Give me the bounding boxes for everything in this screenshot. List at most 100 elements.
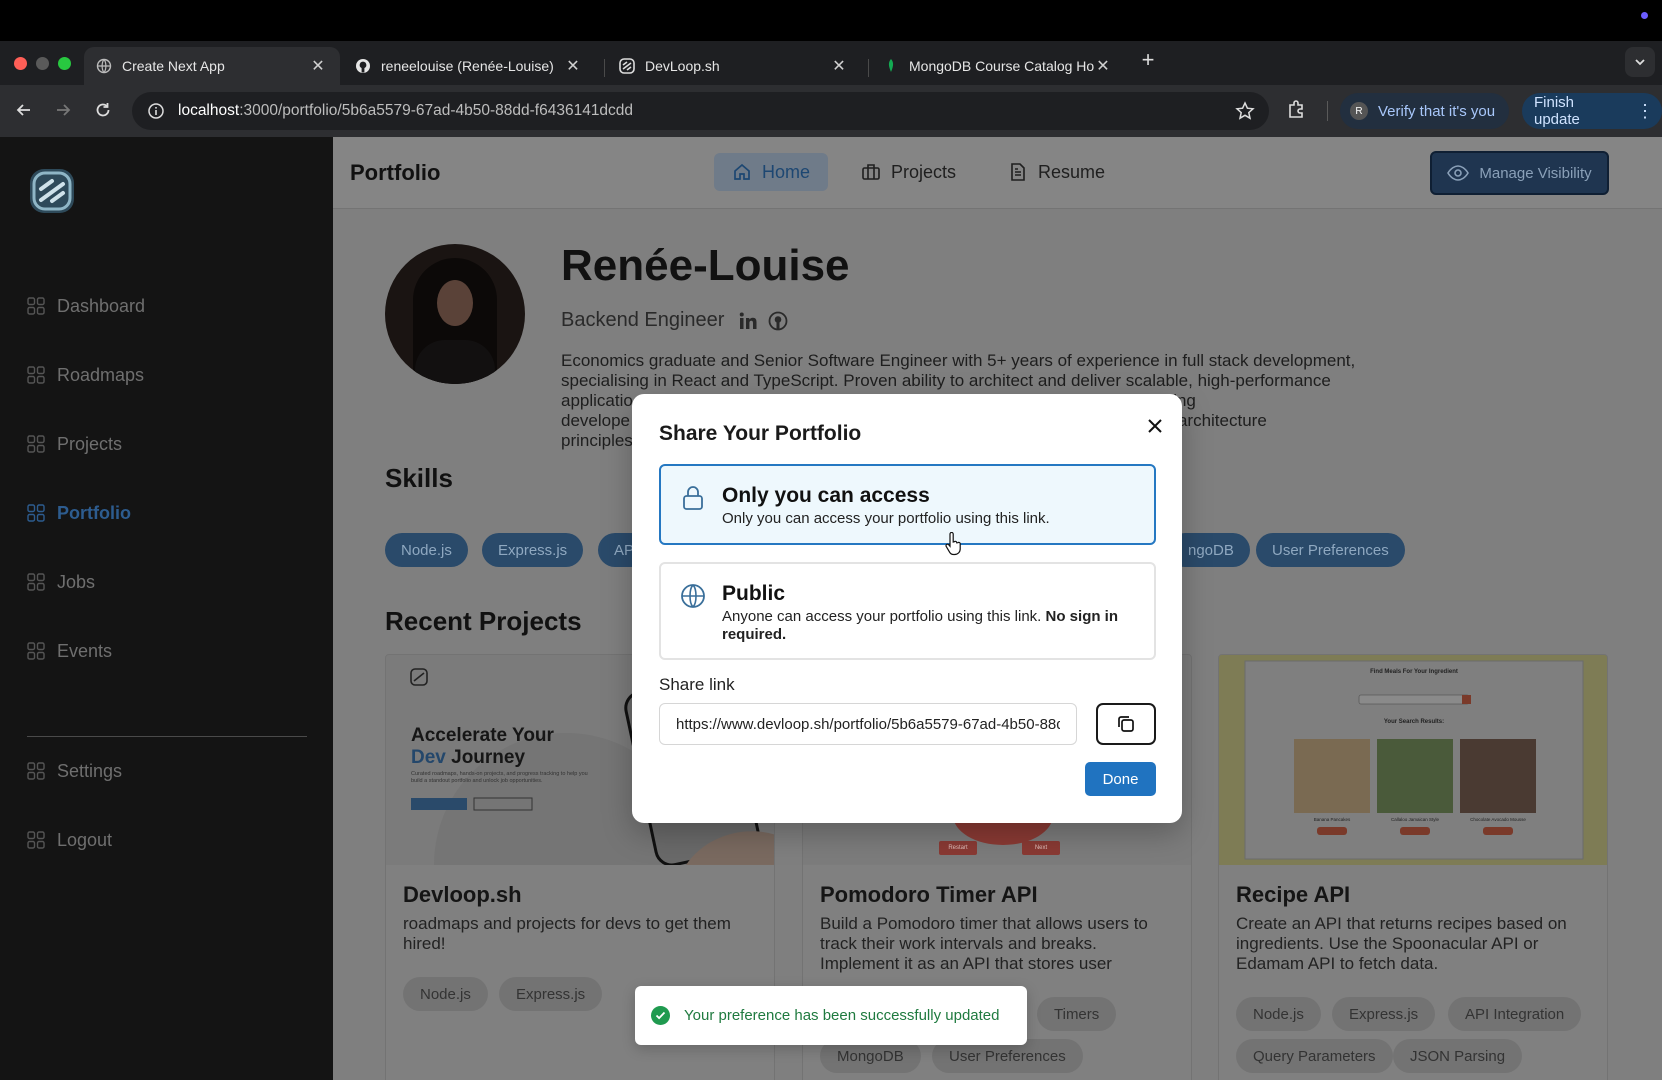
devloop-logo-icon xyxy=(30,169,74,213)
new-tab-button[interactable]: + xyxy=(1136,48,1160,72)
tab-title: Create Next App xyxy=(122,58,225,74)
tab-search-button[interactable] xyxy=(1625,47,1655,77)
manage-visibility-button[interactable]: Manage Visibility xyxy=(1430,151,1609,195)
close-tab-icon[interactable]: ✕ xyxy=(565,56,581,76)
address-bar[interactable]: localhost:3000/portfolio/5b6a5579-67ad-4… xyxy=(132,92,1269,130)
sidebar-item-roadmaps[interactable]: Roadmaps xyxy=(27,360,144,390)
project-tag: Express.js xyxy=(499,977,603,1011)
bookmark-star-icon[interactable] xyxy=(1235,101,1255,126)
option-description-text: Anyone can access your portfolio using t… xyxy=(722,608,1046,625)
reload-button[interactable] xyxy=(90,97,116,123)
back-button[interactable] xyxy=(11,97,37,123)
success-toast: Your preference has been successfully up… xyxy=(635,986,1027,1045)
manage-visibility-label: Manage Visibility xyxy=(1479,164,1592,182)
copy-link-button[interactable] xyxy=(1096,703,1156,745)
close-tab-icon[interactable]: ✕ xyxy=(831,56,847,76)
project-tag: JSON Parsing xyxy=(1393,1039,1523,1073)
app-sidebar: Dashboard Roadmaps Projects Portfolio Jo… xyxy=(0,137,333,1080)
document-icon xyxy=(1011,163,1025,181)
project-tag: Node.js xyxy=(1236,997,1321,1031)
project-title: Devloop.sh xyxy=(403,882,522,907)
grid-icon xyxy=(27,642,45,660)
page-title: Portfolio xyxy=(350,160,441,185)
done-button[interactable]: Done xyxy=(1085,762,1156,796)
option-description: Anyone can access your portfolio using t… xyxy=(722,608,1142,644)
window-maximize-button[interactable] xyxy=(58,57,71,70)
site-info-icon[interactable] xyxy=(146,101,166,121)
recent-projects-heading: Recent Projects xyxy=(385,606,582,636)
verify-identity-button[interactable]: R Verify that it's you xyxy=(1340,93,1510,129)
option-title: Only you can access xyxy=(722,484,930,507)
skills-heading: Skills xyxy=(385,463,453,493)
project-tag: Timers xyxy=(1037,997,1117,1031)
url-text: localhost:3000/portfolio/5b6a5579-67ad-4… xyxy=(178,102,633,120)
briefcase-icon xyxy=(862,164,880,180)
github-icon[interactable] xyxy=(768,311,788,331)
sidebar-item-label: Jobs xyxy=(57,571,96,592)
skill-chip: Node.js xyxy=(385,533,468,567)
forward-button[interactable] xyxy=(50,97,76,123)
share-portfolio-dialog: Share Your Portfolio Only you can access… xyxy=(632,394,1182,823)
project-card-recipe[interactable]: Find Meals For Your Ingredient Your Sear… xyxy=(1218,654,1608,1080)
option-description: Only you can access your portfolio using… xyxy=(722,510,1050,527)
sidebar-item-portfolio[interactable]: Portfolio xyxy=(27,498,131,528)
browser-tab-github[interactable]: reneelouise (Renée-Louise) ✕ xyxy=(343,47,595,85)
thumb-heading-line: Accelerate Your xyxy=(411,725,554,746)
sidebar-divider xyxy=(27,736,307,737)
tab-title: MongoDB Course Catalog Ho xyxy=(909,58,1095,74)
sidebar-item-jobs[interactable]: Jobs xyxy=(27,567,95,597)
tab-separator xyxy=(868,59,869,77)
linkedin-icon[interactable] xyxy=(738,311,758,331)
nav-projects[interactable]: Projects xyxy=(843,153,974,191)
browser-tab-create-next-app[interactable]: Create Next App ✕ xyxy=(84,47,340,85)
browser-tab-mongodb[interactable]: MongoDB Course Catalog Ho ✕ xyxy=(871,47,1125,85)
nav-home[interactable]: Home xyxy=(714,153,829,191)
mongodb-leaf-icon xyxy=(883,58,899,74)
nav-projects-label: Projects xyxy=(891,161,957,182)
share-link-input[interactable] xyxy=(659,703,1077,745)
sidebar-item-dashboard[interactable]: Dashboard xyxy=(27,291,145,321)
project-description: Build a Pomodoro timer that allows users… xyxy=(820,914,1148,973)
hand-cursor-icon xyxy=(945,532,961,556)
globe-icon xyxy=(96,58,112,74)
sidebar-item-logout[interactable]: Logout xyxy=(27,825,112,855)
devloop-logo[interactable] xyxy=(28,167,76,215)
option-title: Public xyxy=(722,582,786,605)
globe-icon xyxy=(679,582,707,610)
thumb-heading-accent: Dev xyxy=(411,747,446,768)
more-vert-icon: ⋮ xyxy=(1636,100,1654,121)
project-description: Create an API that returns recipes based… xyxy=(1236,914,1567,973)
check-circle-icon xyxy=(651,1006,670,1025)
sidebar-item-settings[interactable]: Settings xyxy=(27,756,122,786)
grid-icon xyxy=(27,366,45,384)
tab-title: DevLoop.sh xyxy=(645,58,720,74)
thumb-subtext: Curated roadmaps, hands-on projects, and… xyxy=(411,771,588,784)
thumb-next-button: Next xyxy=(1034,845,1048,851)
url-host: localhost xyxy=(178,102,240,119)
project-tag: Node.js xyxy=(403,977,488,1011)
devloop-logo-icon xyxy=(619,58,635,74)
sidebar-item-projects[interactable]: Projects xyxy=(27,429,122,459)
bio-line: Economics graduate and Senior Software E… xyxy=(561,351,1356,370)
grid-icon xyxy=(27,831,45,849)
extensions-puzzle-icon[interactable] xyxy=(1286,98,1308,125)
close-tab-icon[interactable]: ✕ xyxy=(1095,56,1111,76)
finish-update-label: Finish update xyxy=(1534,94,1580,128)
thumb-heading-line: Dev Journey xyxy=(411,747,554,769)
window-minimize-button[interactable] xyxy=(36,57,49,70)
nav-resume[interactable]: Resume xyxy=(990,153,1123,191)
window-close-button[interactable] xyxy=(14,57,27,70)
close-tab-icon[interactable]: ✕ xyxy=(310,56,326,76)
finish-update-button[interactable]: Finish update ⋮ xyxy=(1522,93,1662,129)
access-option-public[interactable]: Public Anyone can access your portfolio … xyxy=(659,562,1156,660)
project-thumbnail: Find Meals For Your Ingredient Your Sear… xyxy=(1219,655,1607,865)
sidebar-item-label: Settings xyxy=(57,760,123,781)
browser-tab-devloop[interactable]: DevLoop.sh ✕ xyxy=(607,47,861,85)
dialog-close-button[interactable] xyxy=(1143,414,1167,438)
thumb-recipe-name: Callaloo Jamaican Style xyxy=(1390,817,1440,822)
sidebar-item-events[interactable]: Events xyxy=(27,636,112,666)
nav-resume-label: Resume xyxy=(1038,161,1106,182)
profile-role-text: Backend Engineer xyxy=(561,309,725,331)
access-option-private[interactable]: Only you can access Only you can access … xyxy=(659,464,1156,545)
bio-line: specialising in React and TypeScript. Pr… xyxy=(561,371,1331,390)
